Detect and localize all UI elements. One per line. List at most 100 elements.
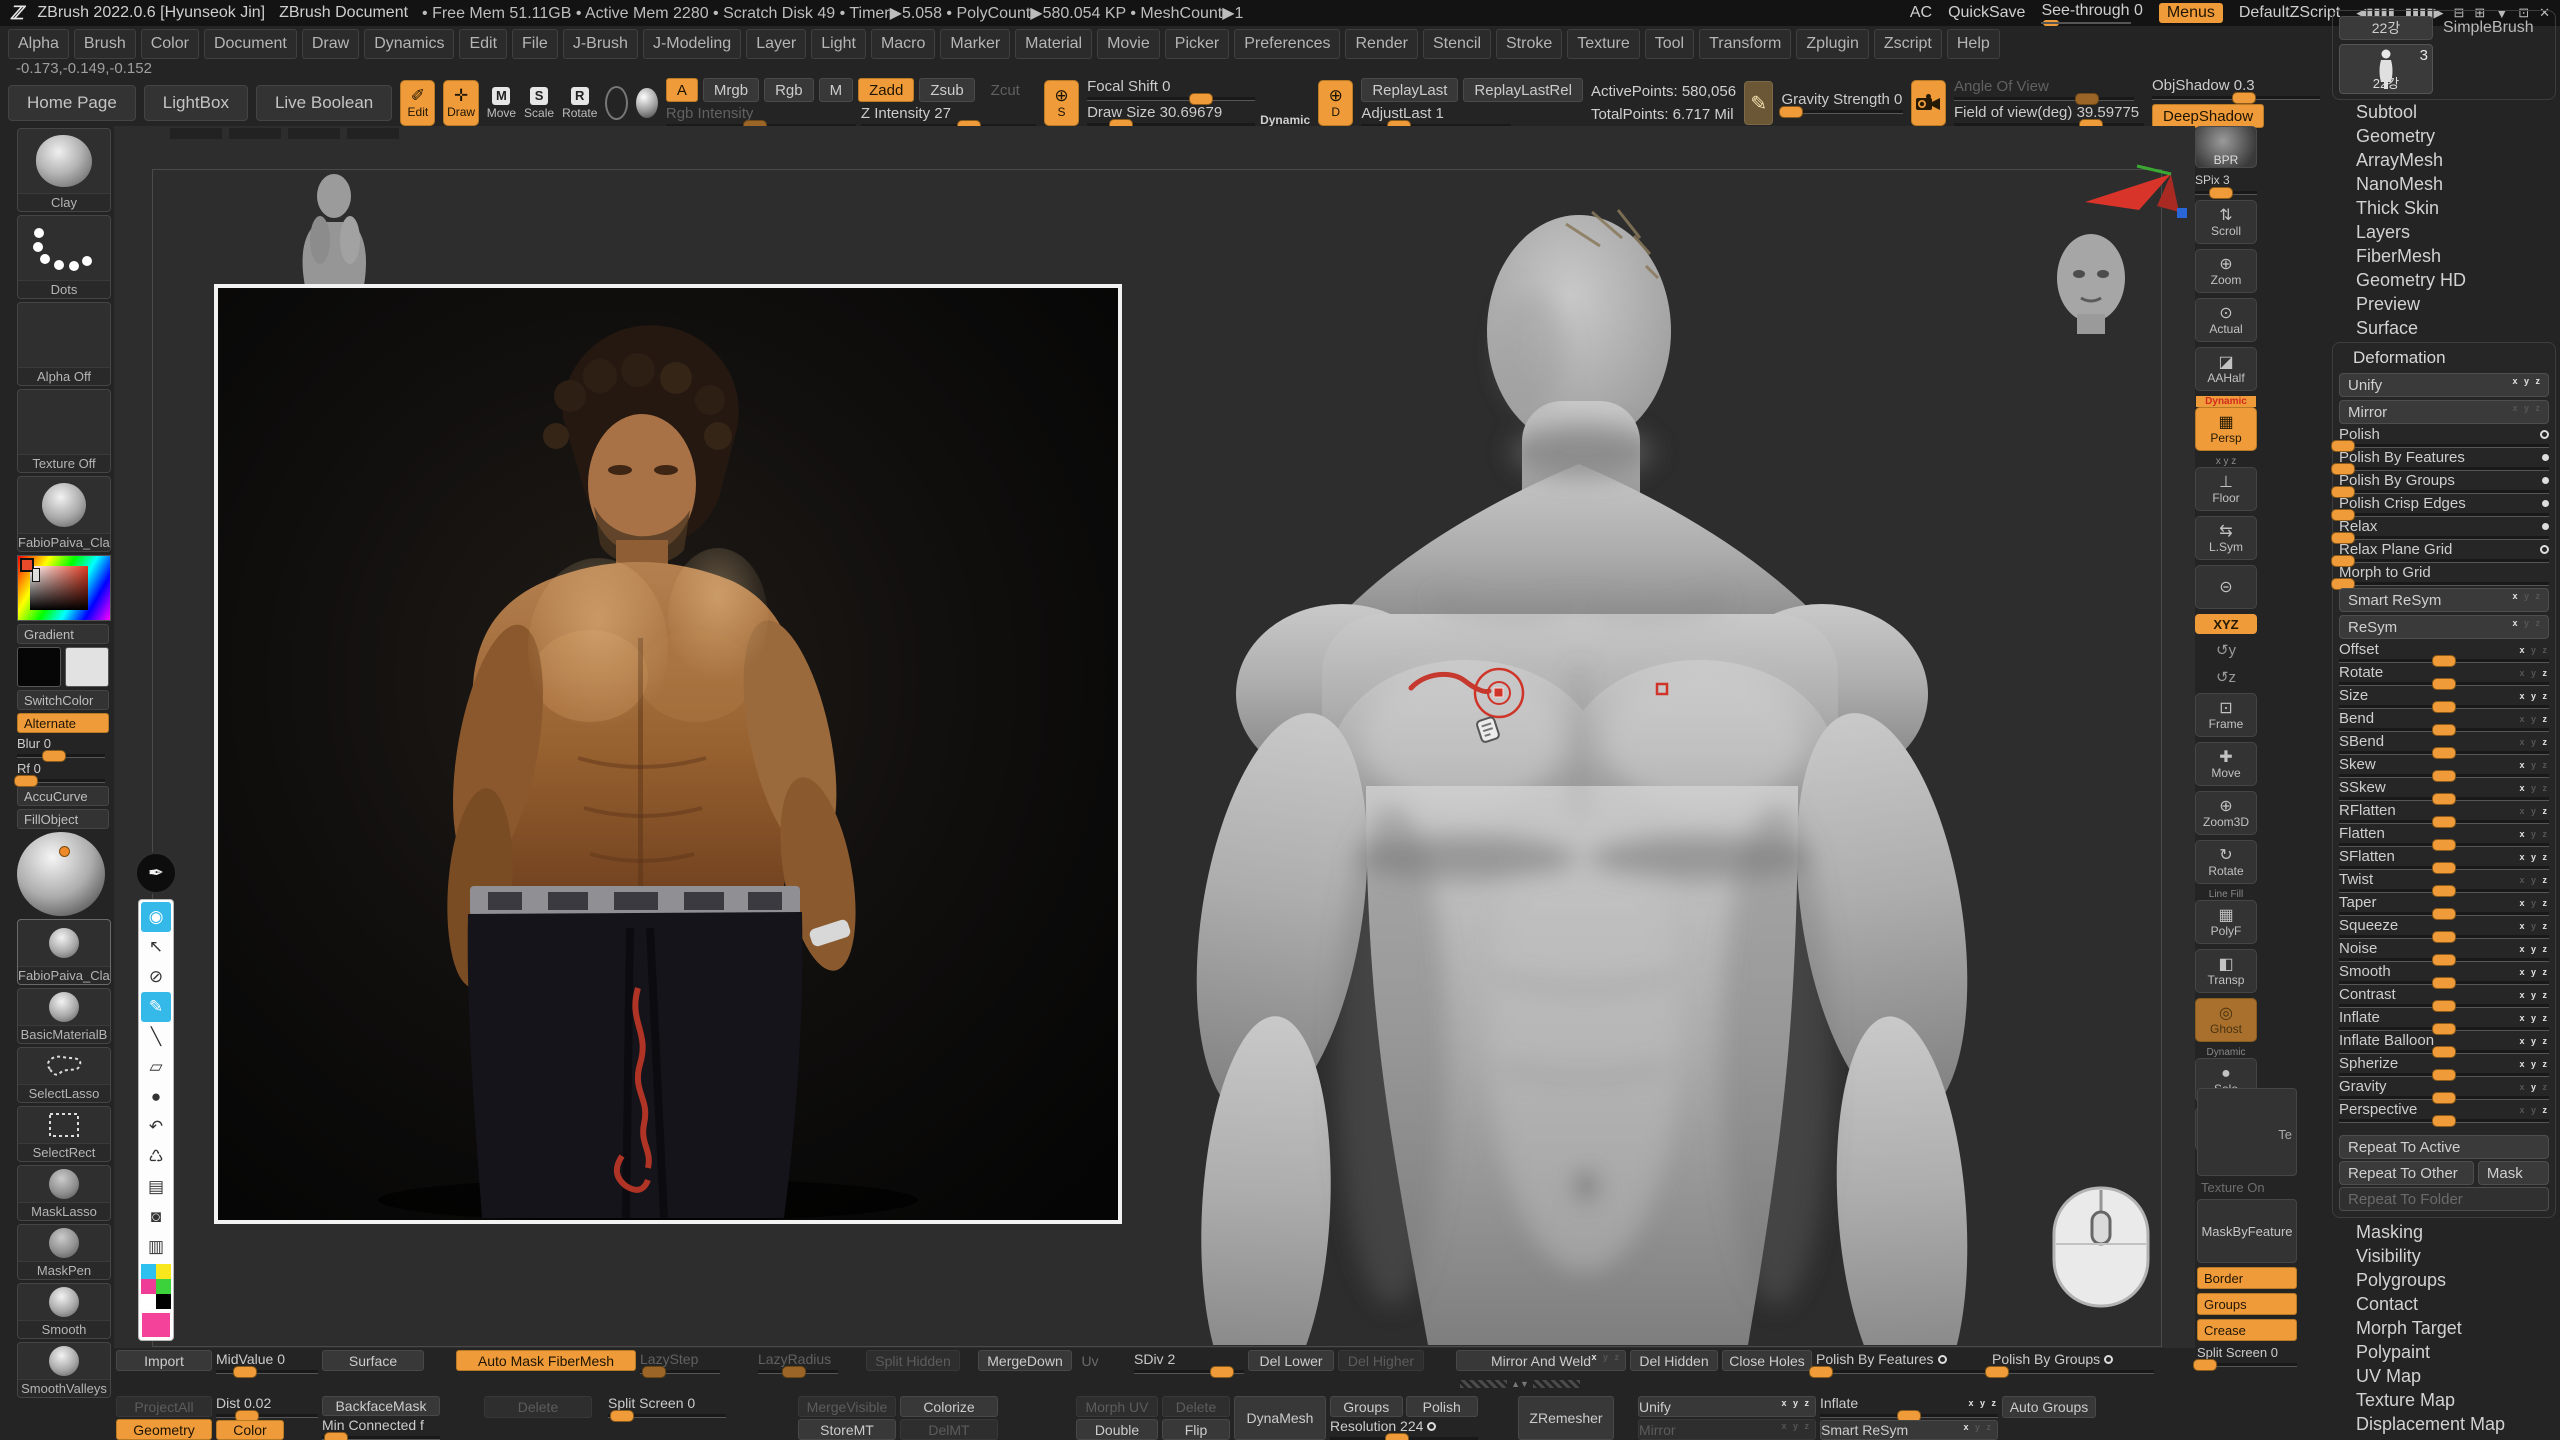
split-screen-0-slider[interactable]: Split Screen 0 (608, 1396, 726, 1418)
groups-button[interactable]: Groups (1330, 1396, 1403, 1417)
offset-slider[interactable]: Offsetx y z (2339, 641, 2549, 663)
dot-icon[interactable]: ● (141, 1082, 171, 1112)
midvalue-0-slider[interactable]: MidValue 0 (216, 1350, 318, 1376)
menu-stencil[interactable]: Stencil (1423, 29, 1491, 59)
simple-brush-label[interactable]: SimpleBrush (2443, 19, 2534, 37)
l-sym-button[interactable]: ⇆L.Sym (2195, 516, 2257, 560)
see-through-slider[interactable]: See-through 0 (2041, 2, 2142, 24)
inflate-slider[interactable]: Inflatex y z (2339, 1009, 2549, 1031)
home-page-button[interactable]: Home Page (8, 85, 136, 121)
cursor-icon[interactable]: ↖ (141, 932, 171, 962)
slider-mode-dot[interactable] (2542, 454, 2549, 461)
zoom-button[interactable]: ⊕Zoom (2195, 249, 2257, 293)
live-boolean-button[interactable]: Live Boolean (256, 85, 392, 121)
mask-by-feature-button[interactable]: MaskByFeature (2197, 1199, 2297, 1263)
polish-by-features-slider[interactable]: Polish By Features (1816, 1350, 1988, 1376)
double-button[interactable]: Double (1076, 1419, 1158, 1440)
section-displacement-map[interactable]: Displacement Map (2330, 1412, 2558, 1436)
menu-tool[interactable]: Tool (1645, 29, 1694, 59)
current-stroke-thumbnail[interactable]: Dots (17, 215, 111, 299)
auto-groups-button[interactable]: Auto Groups (2002, 1396, 2096, 1418)
size-slider[interactable]: Sizex y z (2339, 687, 2549, 709)
menu-material[interactable]: Material (1015, 29, 1092, 59)
line-icon[interactable]: ╲ (141, 1022, 171, 1052)
menu-stroke[interactable]: Stroke (1496, 29, 1562, 59)
resym-button[interactable]: ReSymx y z (2339, 615, 2549, 639)
section-nanomesh[interactable]: NanoMesh (2330, 172, 2558, 196)
zoom3d-button[interactable]: ⊕Zoom3D (2195, 791, 2257, 835)
slider-mode-dot[interactable] (2542, 500, 2549, 507)
eye-icon[interactable]: ◉ (141, 902, 171, 932)
xyz-axis-toggle[interactable]: x y z (1781, 1421, 1811, 1431)
xyz-axis-toggle[interactable]: x y z (2512, 376, 2542, 386)
m-button[interactable]: M (819, 78, 854, 102)
menu-light[interactable]: Light (811, 29, 866, 59)
section-geometry[interactable]: Geometry (2330, 124, 2558, 148)
close-holes-button[interactable]: Close Holes (1722, 1350, 1812, 1371)
undo-icon[interactable]: ↶ (141, 1112, 171, 1142)
rgb-button[interactable]: Rgb (764, 78, 814, 102)
xyz-axis-toggle[interactable]: x y z (1591, 1352, 1621, 1362)
xyz-axis-toggle[interactable]: x y z (2519, 1082, 2549, 1092)
pen-icon[interactable]: ✎ (141, 992, 171, 1022)
palette-color-swatch[interactable] (156, 1264, 171, 1279)
slider-mode-dot[interactable] (2540, 430, 2549, 439)
current-brush-thumbnail[interactable]: Clay (17, 128, 111, 212)
xyz-axis-toggle[interactable]: x y z (2519, 829, 2549, 839)
repeat-to-other-button[interactable]: Repeat To Other (2339, 1161, 2474, 1185)
field-of-view-slider[interactable]: Field of view(deg) 39.59775 (1954, 105, 2144, 127)
relax-slider[interactable]: Relax (2339, 518, 2549, 540)
xyz-axis-toggle[interactable]: x y z (2519, 760, 2549, 770)
menu-zscript[interactable]: Zscript (1874, 29, 1942, 59)
slider-mode-dot[interactable] (2104, 1355, 2113, 1364)
rotate-y-button[interactable]: ↺y (2195, 639, 2257, 661)
repeat-to-active-button[interactable]: Repeat To Active (2339, 1135, 2549, 1159)
backfacemask-button[interactable]: BackfaceMask (322, 1396, 440, 1416)
material-preview-sphere[interactable] (17, 832, 105, 916)
menu-alpha[interactable]: Alpha (8, 29, 69, 59)
dynamesh-button[interactable]: DynaMesh (1234, 1396, 1326, 1440)
menu-texture[interactable]: Texture (1567, 29, 1639, 59)
persp-button[interactable]: ▦Persp (2195, 407, 2257, 451)
repeat-to-folder-button[interactable]: Repeat To Folder (2339, 1187, 2549, 1211)
del-higher-button[interactable]: Del Higher (1338, 1350, 1424, 1371)
smooth-slider[interactable]: Smoothx y z (2339, 963, 2549, 985)
xyz-axis-toggle[interactable]: x y z (2519, 967, 2549, 977)
switch-color-button[interactable]: SwitchColor (17, 690, 109, 710)
menu-preferences[interactable]: Preferences (1234, 29, 1340, 59)
camera-icon[interactable]: ◙ (141, 1202, 171, 1232)
menu-file[interactable]: File (512, 29, 558, 59)
gravity-strength-slider[interactable]: Gravity Strength 0 (1781, 92, 1902, 114)
trash-icon[interactable]: ♺ (141, 1142, 171, 1172)
active-color-swatch[interactable] (142, 1313, 170, 1337)
alpha-preview-icon[interactable] (605, 86, 628, 120)
zsub-button[interactable]: Zsub (919, 78, 974, 102)
move-mode-button[interactable]: M Move (487, 87, 516, 120)
bpr-render-button[interactable]: BPR (2195, 126, 2257, 168)
skew-slider[interactable]: Skewx y z (2339, 756, 2549, 778)
replay-last-button[interactable]: ReplayLast (1361, 78, 1458, 102)
section-layers[interactable]: Layers (2330, 220, 2558, 244)
section-subtool[interactable]: Subtool (2330, 100, 2558, 124)
bend-slider[interactable]: Bendx y z (2339, 710, 2549, 732)
palette-color-swatch[interactable] (156, 1279, 171, 1294)
menu-zplugin[interactable]: Zplugin (1796, 29, 1868, 59)
del-hidden-button[interactable]: Del Hidden (1630, 1350, 1718, 1371)
smooth-brush[interactable]: Smooth (17, 1283, 111, 1339)
inflate-balloon-slider[interactable]: Inflate Balloonx y z (2339, 1032, 2549, 1054)
lazyradius-slider[interactable]: LazyRadius (758, 1350, 838, 1376)
rotate-slider[interactable]: Rotatex y z (2339, 664, 2549, 686)
whiteboard-icon[interactable]: ▤ (141, 1172, 171, 1202)
alternate-button[interactable]: Alternate (17, 713, 109, 733)
local-button[interactable]: ⊝ (2195, 565, 2257, 609)
timer-off-icon[interactable]: ⊘ (141, 962, 171, 992)
lightbox-button[interactable]: LightBox (144, 85, 248, 121)
mask-lasso-brush[interactable]: MaskLasso (17, 1165, 111, 1221)
zcut-button[interactable]: Zcut (980, 78, 1031, 102)
menus-button[interactable]: Menus (2159, 3, 2223, 23)
slider-mode-dot[interactable] (2542, 477, 2549, 484)
xyz-axis-toggle[interactable]: x y z (2519, 921, 2549, 931)
split-hidden-button[interactable]: Split Hidden (866, 1350, 960, 1371)
xyz-axis-toggle[interactable]: x y z (2519, 1036, 2549, 1046)
smart-resym-button[interactable]: Smart ReSymx y z (1820, 1420, 1998, 1440)
